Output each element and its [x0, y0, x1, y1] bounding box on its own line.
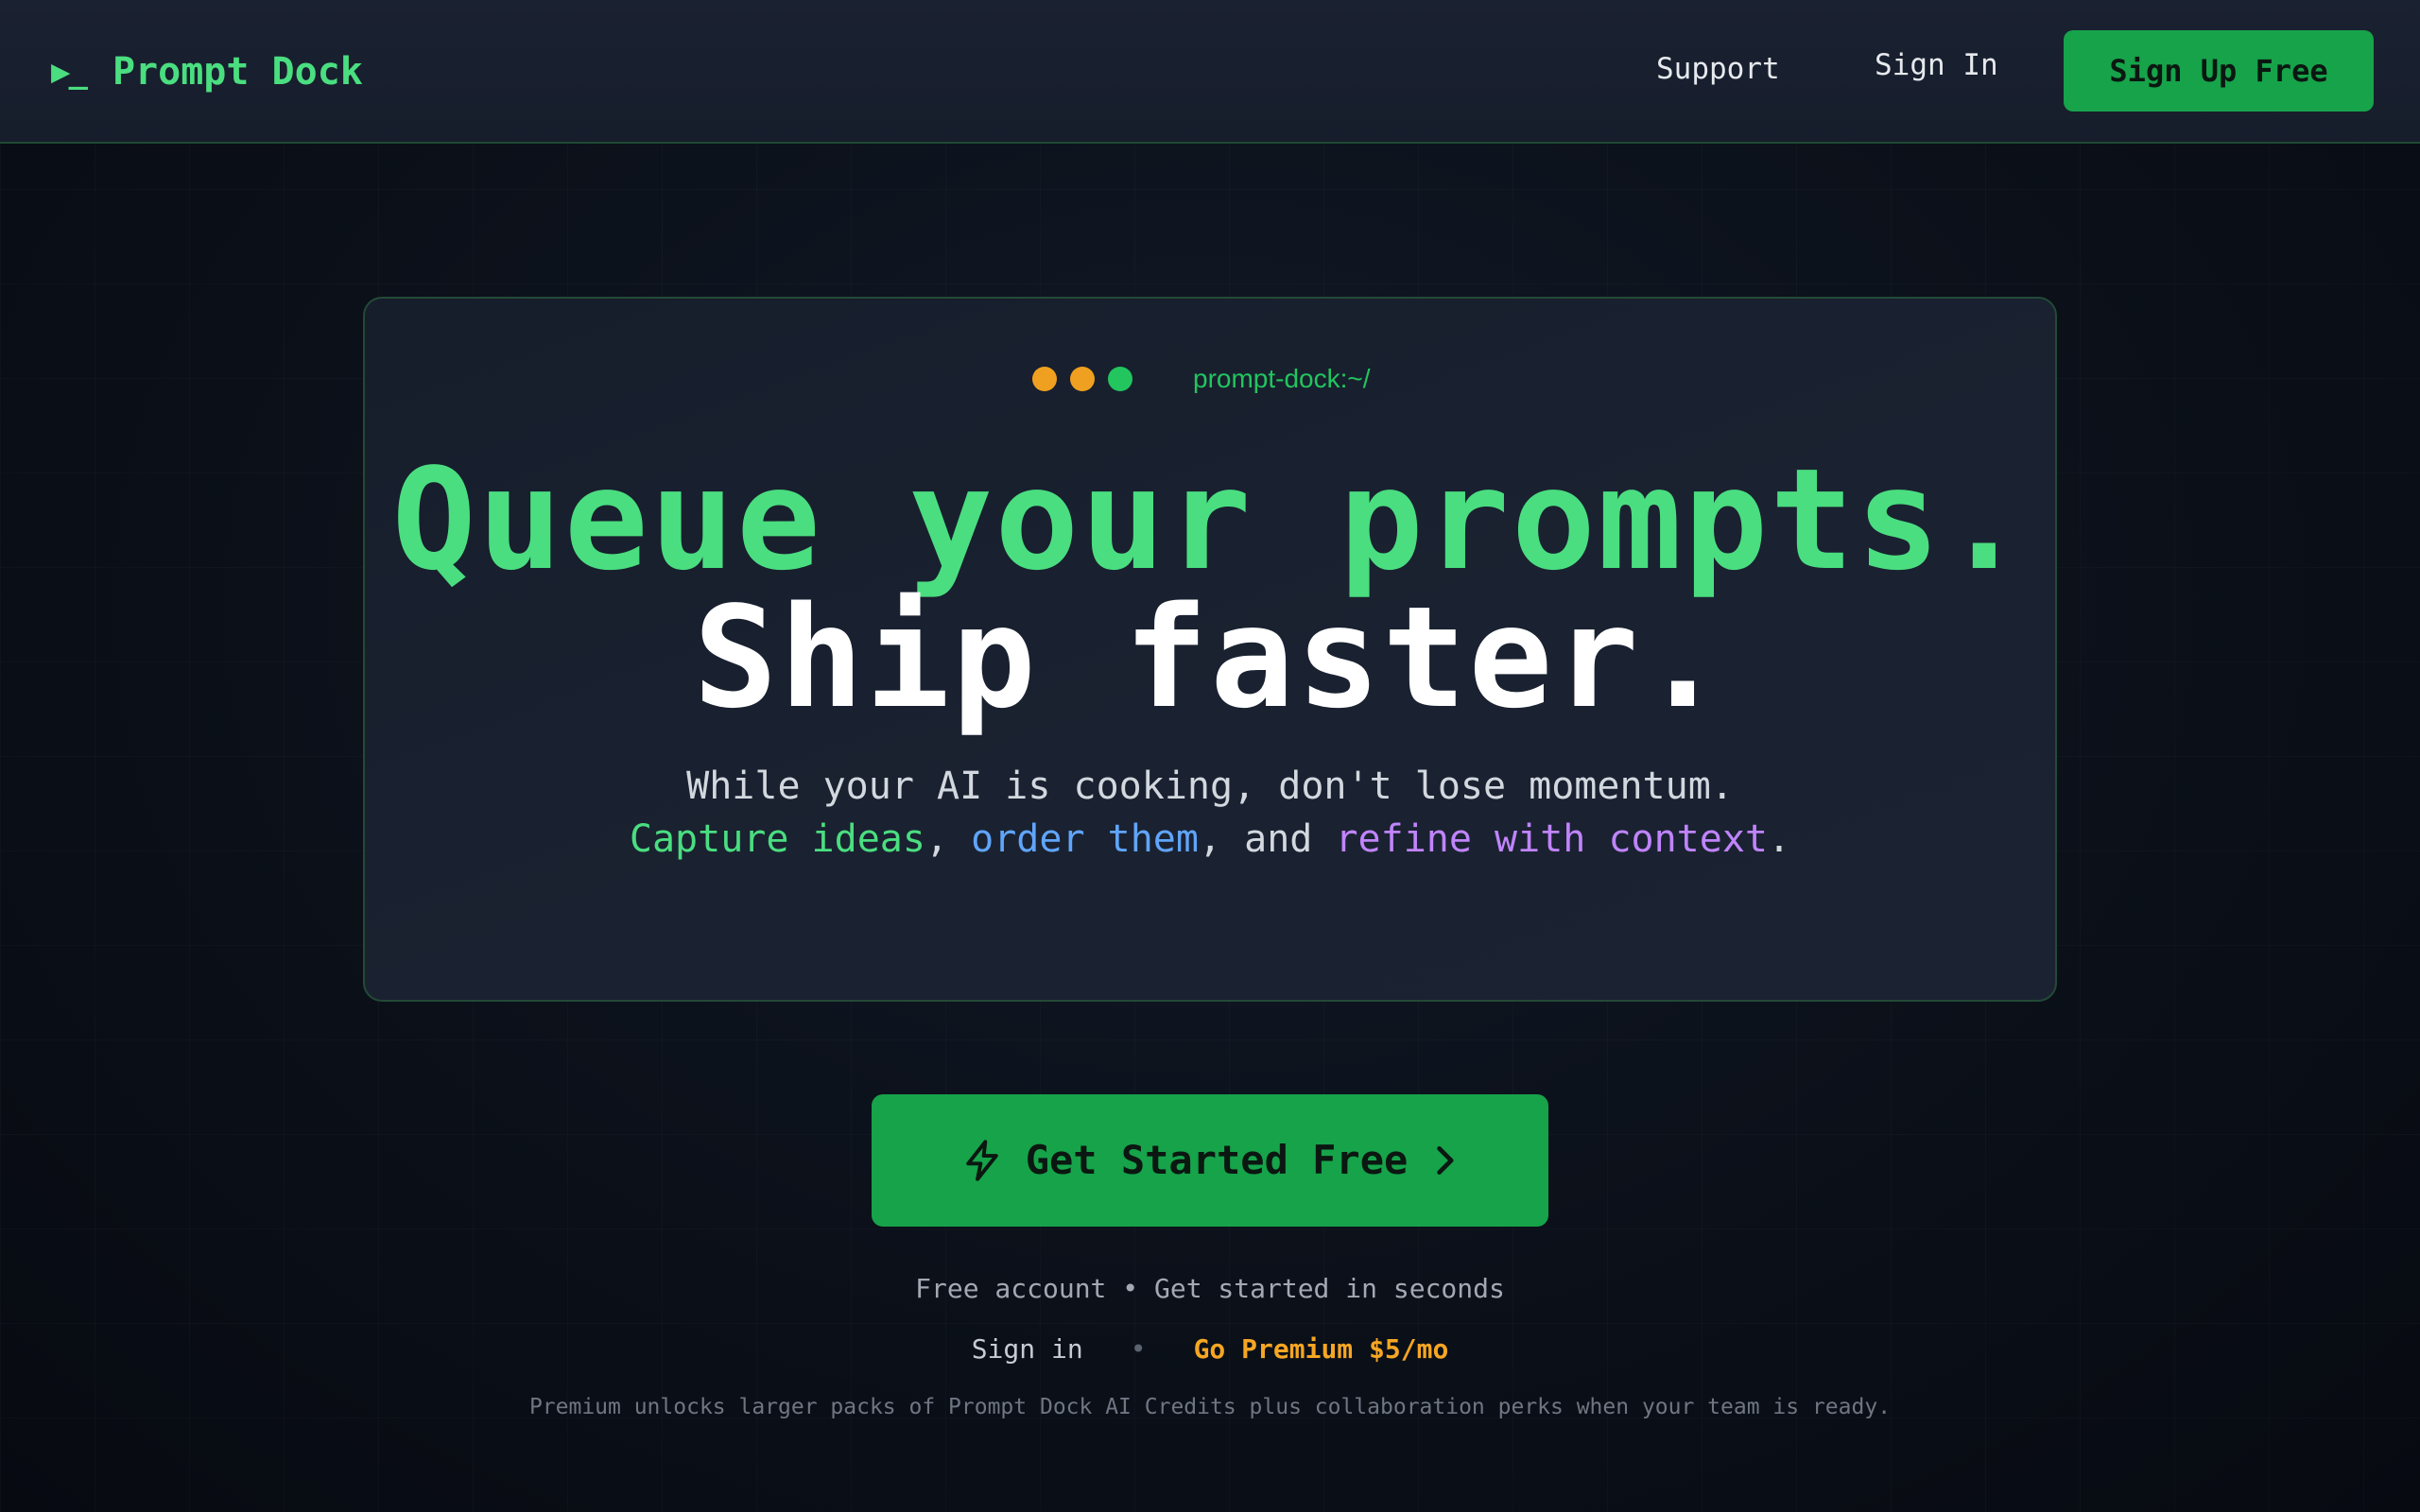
- terminal-hero-card: prompt-dock:~/ Queue your prompts. Ship …: [363, 297, 2057, 1002]
- headline-line-2: Ship faster.: [693, 576, 1727, 739]
- go-premium-link[interactable]: Go Premium $5/mo: [1194, 1336, 1449, 1363]
- top-navbar: ▶_ Prompt Dock Support Sign In Sign Up F…: [0, 0, 2420, 144]
- window-dot-orange: [1032, 367, 1057, 391]
- secondary-links-row: Sign in • Go Premium $5/mo: [0, 1336, 2420, 1363]
- headline-line-1: Queue your prompts.: [391, 438, 2029, 601]
- subline-period: .: [1768, 817, 1791, 861]
- lightning-icon: [965, 1140, 998, 1181]
- brand-name: Prompt Dock: [112, 50, 363, 94]
- sign-up-free-button[interactable]: Sign Up Free: [2064, 30, 2374, 112]
- sign-in-link[interactable]: Sign in: [972, 1336, 1083, 1363]
- nav-sign-in-link[interactable]: Sign In: [1875, 51, 1998, 80]
- account-note: Free account • Get started in seconds: [915, 1273, 1505, 1304]
- get-started-free-button[interactable]: Get Started Free: [872, 1094, 1548, 1227]
- subline-line-2: Capture ideas, order them, and refine wi…: [365, 820, 2055, 858]
- window-dot-green: [1108, 367, 1132, 391]
- terminal-prompt-icon: ▶_: [51, 53, 88, 91]
- order-them-text: order them: [971, 817, 1199, 861]
- links-separator: •: [1130, 1333, 1147, 1365]
- subline-separator: ,: [925, 817, 972, 861]
- window-path-label: prompt-dock:~/: [1193, 364, 1371, 393]
- brand-logo[interactable]: ▶_ Prompt Dock: [51, 43, 363, 100]
- get-started-label: Get Started Free: [1025, 1137, 1409, 1183]
- premium-note: Premium unlocks larger packs of Prompt D…: [528, 1395, 1892, 1419]
- refine-with-context-text: refine with context: [1335, 817, 1769, 861]
- window-dot-orange: [1070, 367, 1095, 391]
- subline-line-1: While your AI is cooking, don't lose mom…: [686, 765, 1734, 808]
- chevron-right-icon: [1437, 1146, 1454, 1175]
- subline-separator: , and: [1198, 817, 1336, 861]
- capture-ideas-text: Capture ideas: [629, 817, 925, 861]
- window-dots: [1032, 367, 1132, 391]
- nav-support-link[interactable]: Support: [1656, 55, 1780, 84]
